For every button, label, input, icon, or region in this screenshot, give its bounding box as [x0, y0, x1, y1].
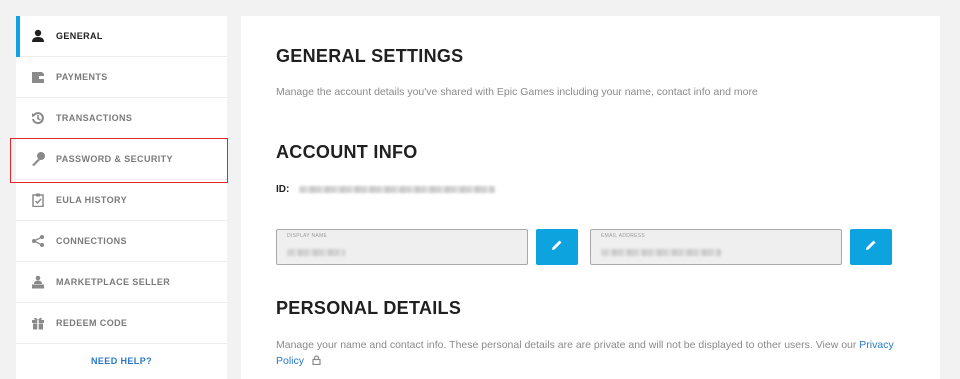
- personal-details-description: Manage your name and contact info. These…: [276, 337, 896, 370]
- pencil-icon: [551, 238, 563, 256]
- pencil-icon: [865, 238, 877, 256]
- sidebar-item-label: GENERAL: [56, 31, 103, 41]
- sidebar-item-redeem-code[interactable]: REDEEM CODE: [16, 303, 227, 344]
- sidebar-item-label: CONNECTIONS: [56, 236, 127, 246]
- sidebar-item-label: REDEEM CODE: [56, 318, 128, 328]
- wallet-icon: [28, 68, 48, 86]
- clipboard-check-icon: [28, 191, 48, 209]
- display-name-field: DISPLAY NAME: [276, 229, 528, 265]
- gift-icon: [28, 314, 48, 332]
- email-address-field: EMAIL ADDRESS: [590, 229, 842, 265]
- account-id-value-redacted: [299, 186, 496, 193]
- email-address-value-redacted: [601, 249, 721, 256]
- personal-details-text: Manage your name and contact info. These…: [276, 339, 857, 351]
- general-settings-description: Manage the account details you've shared…: [276, 86, 758, 98]
- need-help-link[interactable]: NEED HELP?: [16, 356, 227, 366]
- sidebar-item-label: MARKETPLACE SELLER: [56, 277, 171, 287]
- sidebar-item-general[interactable]: GENERAL: [16, 16, 227, 57]
- sidebar-item-transactions[interactable]: TRANSACTIONS: [16, 98, 227, 139]
- sidebar-item-label: TRANSACTIONS: [56, 113, 133, 123]
- main-panel: GENERAL SETTINGS Manage the account deta…: [241, 16, 940, 379]
- sidebar-item-marketplace-seller[interactable]: MARKETPLACE SELLER: [16, 262, 227, 303]
- email-address-label: EMAIL ADDRESS: [601, 233, 646, 239]
- account-id-label: ID:: [276, 184, 290, 195]
- sidebar-item-connections[interactable]: CONNECTIONS: [16, 221, 227, 262]
- display-name-value-redacted: [287, 249, 345, 256]
- history-icon: [28, 109, 48, 127]
- share-icon: [28, 232, 48, 250]
- seller-icon: [28, 273, 48, 291]
- user-icon: [28, 27, 48, 45]
- selection-highlight: [10, 138, 228, 183]
- sidebar: GENERAL PAYMENTS TRANSACTIONS PASSWORD &…: [16, 16, 227, 379]
- lock-icon: [312, 354, 321, 370]
- sidebar-item-label: PAYMENTS: [56, 72, 108, 82]
- sidebar-item-label: EULA HISTORY: [56, 195, 127, 205]
- sidebar-item-payments[interactable]: PAYMENTS: [16, 57, 227, 98]
- account-info-title: ACCOUNT INFO: [276, 142, 418, 162]
- edit-email-button[interactable]: [850, 229, 892, 265]
- personal-details-title: PERSONAL DETAILS: [276, 298, 462, 318]
- display-name-label: DISPLAY NAME: [287, 233, 328, 239]
- edit-display-name-button[interactable]: [536, 229, 578, 265]
- general-settings-title: GENERAL SETTINGS: [276, 46, 464, 66]
- account-id-row: ID:: [276, 184, 496, 195]
- sidebar-item-eula-history[interactable]: EULA HISTORY: [16, 180, 227, 221]
